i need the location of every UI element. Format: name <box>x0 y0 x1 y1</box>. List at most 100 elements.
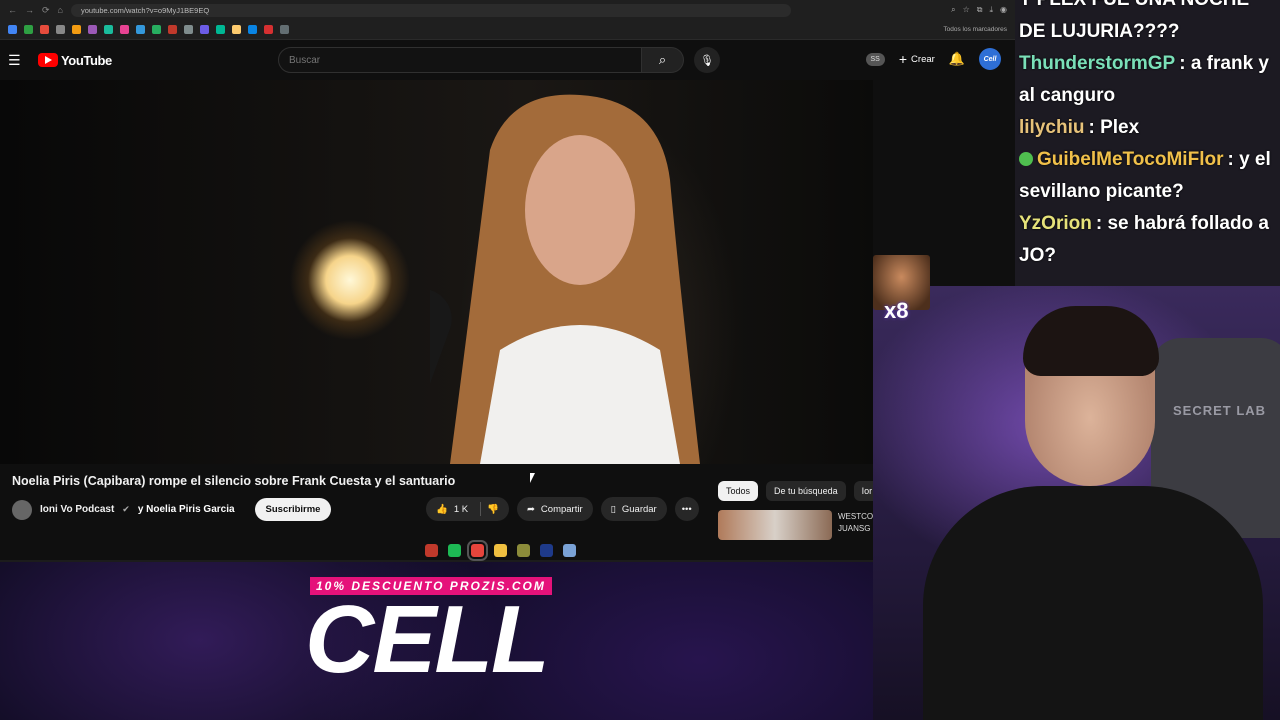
bookmark-icon[interactable] <box>248 25 257 34</box>
share-button[interactable]: ➦ Compartir <box>516 497 593 521</box>
bookmark-icon[interactable] <box>136 25 145 34</box>
bookmark-icon: ▯ <box>610 503 616 515</box>
bookmark-icon[interactable] <box>72 25 81 34</box>
channel-row: Ioni Vo Podcast ✔ y Noelia Piris Garcia … <box>12 498 332 521</box>
plus-icon: + <box>898 51 908 67</box>
notifications-bell-icon[interactable]: 🔔 <box>949 51 965 67</box>
bookmark-icon[interactable] <box>40 25 49 34</box>
chat-username: GuibelMeTocoMiFlor <box>1037 149 1224 170</box>
subscribe-button[interactable]: Suscribirme <box>254 498 332 521</box>
bookmark-icon[interactable] <box>216 25 225 34</box>
bookmark-icon[interactable] <box>264 25 273 34</box>
bookmarks-bar: Todos los marcadores <box>0 20 1015 40</box>
browser-window: ← → ⟳ ⌂ youtube.com/watch?v=o9MyJ1BE9EQ … <box>0 0 1015 562</box>
chat-username: lilychiu <box>1019 117 1085 138</box>
create-button[interactable]: + Crear <box>899 51 935 67</box>
chat-message: GuibelMeTocoMiFlor: y el sevillano pican… <box>1019 144 1276 208</box>
video-frame-guest <box>430 94 700 464</box>
search-icon: ⌕ <box>658 52 667 67</box>
stream-chat: Y PLEX FUE UNA NOCHE DE LUJURIA???? Thun… <box>1015 0 1280 286</box>
search-box: ⌕ 🎙 <box>278 47 720 73</box>
recommended-video-thumbnail[interactable] <box>718 510 832 540</box>
voice-search-button[interactable]: 🎙 <box>694 47 720 73</box>
youtube-wordmark: YouTube <box>61 52 112 68</box>
bookmark-icon[interactable] <box>24 25 33 34</box>
recommended-video-title[interactable]: WESTCO JUANSG <box>838 511 874 535</box>
youtube-play-icon <box>38 53 58 67</box>
bookmark-icon[interactable] <box>200 25 209 34</box>
like-divider <box>480 502 482 516</box>
extensions-icon[interactable]: ⧉ <box>977 5 983 15</box>
bookmark-icon[interactable] <box>168 25 177 34</box>
bookmark-icon[interactable] <box>152 25 161 34</box>
like-button[interactable]: 👍 1 K 👎 <box>426 497 509 521</box>
bookmark-icon[interactable] <box>280 25 289 34</box>
create-label: Crear <box>911 53 935 65</box>
header-actions: SS + Crear 🔔 Cell <box>865 48 1001 70</box>
streamer-webcam: SECRET LAB <box>873 286 1280 720</box>
thumbs-down-icon[interactable]: 👎 <box>487 504 499 515</box>
video-player[interactable] <box>0 80 873 464</box>
photoshop-icon[interactable] <box>540 544 553 557</box>
streamer-body <box>923 486 1263 720</box>
search-button[interactable]: ⌕ <box>642 47 684 73</box>
home-icon[interactable]: ⌂ <box>58 5 63 15</box>
folder-icon[interactable] <box>494 544 507 557</box>
stream-scene: ← → ⟳ ⌂ youtube.com/watch?v=o9MyJ1BE9EQ … <box>0 0 1280 720</box>
reload-icon[interactable]: ⟳ <box>42 5 50 16</box>
bookmark-icon[interactable] <box>88 25 97 34</box>
chip-all[interactable]: Todos <box>718 481 759 501</box>
chat-username: YzOrion <box>1019 213 1092 234</box>
browser-toolbar-icons: ⌕ ☆ ⧉ ⤓ ◉ <box>951 5 1007 15</box>
emote-count: x8 <box>884 298 909 323</box>
like-count: 1 K <box>453 503 469 515</box>
save-button[interactable]: ▯ Guardar <box>600 497 667 521</box>
bookmark-icon[interactable] <box>232 25 241 34</box>
download-icon[interactable]: ⤓ <box>989 5 993 15</box>
back-icon[interactable]: ← <box>8 5 17 15</box>
chat-message: Y PLEX FUE UNA NOCHE DE LUJURIA???? <box>1019 0 1276 48</box>
profile-icon[interactable]: ◉ <box>1000 5 1007 15</box>
forward-icon[interactable]: → <box>25 5 34 15</box>
promo-code: CELL <box>305 586 550 693</box>
save-label: Guardar <box>621 503 657 515</box>
chat-message: YzOrion: se habrá follado a JO? <box>1019 208 1276 272</box>
youtube-logo[interactable]: YouTube <box>38 53 112 68</box>
bookmark-icon[interactable] <box>184 25 193 34</box>
youtube-header: ☰ YouTube ⌕ 🎙 SS +Crear 🔔 Cell <box>0 40 1015 80</box>
spotify-icon[interactable] <box>448 544 461 557</box>
channel-avatar[interactable] <box>12 499 32 520</box>
bookmark-icon[interactable] <box>104 25 113 34</box>
more-options-button[interactable]: ••• <box>674 497 699 521</box>
verified-icon: ✔ <box>122 504 130 514</box>
chair-logo: SECRET LAB <box>1173 403 1267 418</box>
chip-from-search[interactable]: De tu búsqueda <box>766 481 846 501</box>
bookmark-icon[interactable] <box>8 25 17 34</box>
taskbar-app-icon[interactable] <box>563 544 576 557</box>
chrome-icon[interactable] <box>467 540 488 561</box>
chat-username: ThunderstormGP <box>1019 53 1176 74</box>
taskbar-app-icon[interactable] <box>425 544 438 557</box>
channel-name[interactable]: Ioni Vo Podcast <box>40 504 114 515</box>
microphone-icon: 🎙 <box>700 54 714 67</box>
mouse-cursor-icon <box>530 473 540 483</box>
taskbar <box>425 540 576 561</box>
url-field[interactable]: youtube.com/watch?v=o9MyJ1BE9EQ <box>70 3 791 17</box>
thumbs-up-icon: 👍 <box>436 503 448 515</box>
chat-badge-icon <box>1019 152 1033 166</box>
bookmark-icon[interactable] <box>56 25 65 34</box>
chat-text: Y PLEX FUE UNA NOCHE DE LUJURIA???? <box>1019 0 1249 42</box>
account-avatar[interactable]: Cell <box>979 48 1001 70</box>
zoom-icon[interactable]: ⌕ <box>951 5 955 15</box>
chat-text: : Plex <box>1088 117 1140 138</box>
star-icon[interactable]: ☆ <box>963 5 970 15</box>
share-label: Compartir <box>540 503 583 515</box>
ss-badge[interactable]: SS <box>865 52 885 66</box>
search-input[interactable] <box>278 47 642 73</box>
all-bookmarks-folder[interactable]: Todos los marcadores <box>943 26 1007 33</box>
collab-channel[interactable]: y Noelia Piris Garcia <box>138 504 235 515</box>
taskbar-app-icon[interactable] <box>517 544 530 557</box>
bookmark-icon[interactable] <box>120 25 129 34</box>
video-title: Noelia Piris (Capibara) rompe el silenci… <box>12 474 456 488</box>
menu-icon[interactable]: ☰ <box>8 52 32 69</box>
